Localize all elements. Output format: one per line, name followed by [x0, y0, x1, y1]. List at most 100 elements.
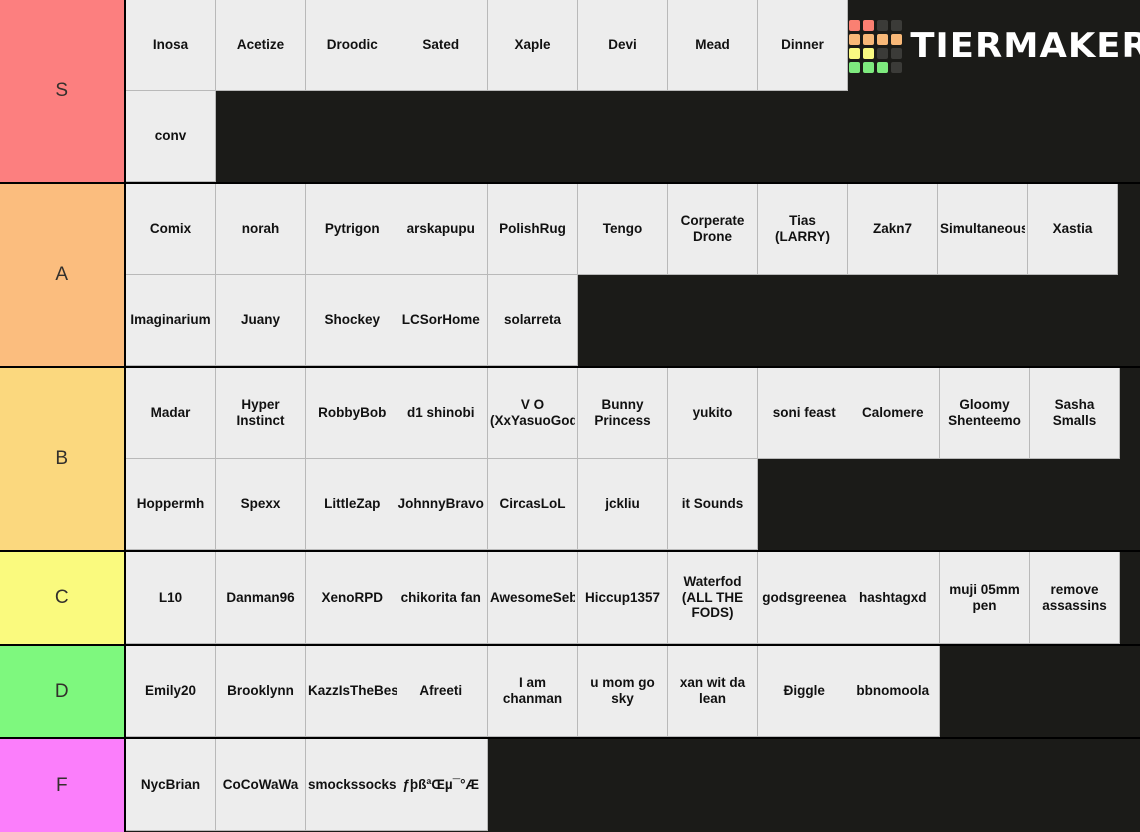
tier-item-cell[interactable]: Comix [126, 184, 216, 275]
tier-item-label[interactable]: Droodic [308, 37, 397, 53]
tier-item-label[interactable]: Sasha Smalls [1032, 397, 1117, 428]
tier-item-cell[interactable]: L10 [126, 552, 216, 644]
tier-item-cell[interactable]: LittleZap JohnnyBravo [306, 459, 488, 550]
tier-item-cell[interactable]: V O (XxYasuoGod [488, 368, 578, 459]
tier-item-label[interactable]: Comix [128, 221, 213, 237]
tier-item-cell[interactable]: PolishRug [488, 184, 578, 275]
tier-item-cell[interactable]: Zakn7 [848, 184, 938, 275]
tier-item-label[interactable]: XenoRPD [308, 590, 397, 606]
tier-item-cell[interactable]: Sasha Smalls [1030, 368, 1120, 459]
tier-item-cell[interactable]: muji 05mm pen [940, 552, 1030, 644]
tier-item-cell[interactable]: yukito [668, 368, 758, 459]
tier-item-label[interactable]: muji 05mm pen [942, 582, 1027, 613]
tier-label-s[interactable]: S [0, 0, 126, 182]
tier-item-label[interactable]: Brooklynn [218, 683, 303, 699]
tier-item-label[interactable]: PolishRug [490, 221, 575, 237]
tier-item-label[interactable]: Hyper Instinct [218, 397, 303, 428]
tier-item-label[interactable]: chikorita fan [397, 590, 486, 606]
tier-item-label[interactable]: Tengo [580, 221, 665, 237]
tier-item-label[interactable]: it Sounds [670, 496, 755, 512]
tier-item-label[interactable]: Mead [670, 37, 755, 53]
tier-item-cell[interactable]: Xastia [1028, 184, 1118, 275]
tier-item-cell[interactable]: remove assassins [1030, 552, 1120, 644]
tier-item-label[interactable]: Hoppermh [128, 496, 213, 512]
tier-item-cell[interactable]: it Sounds [668, 459, 758, 550]
tier-item-cell[interactable]: Simultaneous [938, 184, 1028, 275]
tier-items-s[interactable]: Inosa Acetize Droodic Sated Xaple Devi Mead Din… [126, 0, 1140, 182]
tier-item-label[interactable]: Juany [218, 312, 303, 328]
tier-item-label[interactable]: Gloomy Shenteemo [942, 397, 1027, 428]
tier-item-label[interactable]: norah [218, 221, 303, 237]
tier-item-label[interactable]: LCSorHome [397, 312, 486, 328]
tier-item-cell[interactable]: Xaple [488, 0, 578, 91]
tier-item-label[interactable]: xan wit da lean [670, 675, 755, 706]
tier-item-label[interactable]: Sated [397, 37, 486, 53]
tier-item-label[interactable]: ƒþßªŒµ¯°Æ [397, 777, 486, 793]
tier-item-label[interactable]: Emily20 [128, 683, 213, 699]
tier-label-a[interactable]: A [0, 184, 126, 366]
tier-item-cell[interactable]: CoCoWaWa [216, 739, 306, 831]
tier-item-label[interactable]: Inosa [128, 37, 213, 53]
tier-items-a[interactable]: Comix norah Pytrigon arskapupu PolishRug Teng… [126, 184, 1140, 366]
tier-item-cell[interactable]: norah [216, 184, 306, 275]
tier-item-cell[interactable]: Pytrigon arskapupu [306, 184, 488, 275]
tier-item-cell[interactable]: RobbyBob d1 shinobi [306, 368, 488, 459]
tier-item-cell[interactable]: Tias (LARRY) [758, 184, 848, 275]
tier-item-label[interactable]: Dinner [760, 37, 845, 53]
tier-item-cell[interactable]: Danman96 [216, 552, 306, 644]
tier-item-label[interactable]: V O (XxYasuoGod [490, 397, 575, 428]
tier-item-label[interactable]: CircasLoL [490, 496, 575, 512]
tier-label-d[interactable]: D [0, 646, 126, 737]
tier-item-label[interactable]: Zakn7 [850, 221, 935, 237]
tier-item-cell[interactable]: u mom go sky [578, 646, 668, 737]
tier-item-label[interactable]: arskapupu [397, 221, 486, 237]
tier-item-label[interactable]: Hiccup1357 [580, 590, 665, 606]
tier-item-label[interactable]: CoCoWaWa [218, 777, 303, 793]
tier-item-label[interactable]: Danman96 [218, 590, 303, 606]
tier-items-c[interactable]: L10 Danman96 XenoRPD chikorita fan AwesomeSe… [126, 552, 1140, 644]
tier-item-label[interactable]: AwesomeSeb [490, 590, 575, 606]
tier-item-label[interactable]: soni feast [760, 405, 849, 421]
tier-item-label[interactable]: Tias (LARRY) [760, 213, 845, 244]
tier-item-cell[interactable]: Mead [668, 0, 758, 91]
tier-items-d[interactable]: Emily20 Brooklynn KazzIsTheBest Afreeti I am… [126, 646, 1140, 737]
tier-items-b[interactable]: Madar Hyper Instinct RobbyBob d1 shinobi V O… [126, 368, 1140, 550]
tier-item-label[interactable]: LittleZap [308, 496, 397, 512]
tier-item-label[interactable]: yukito [670, 405, 755, 421]
tier-item-cell[interactable]: XenoRPD chikorita fan [306, 552, 488, 644]
tier-item-cell[interactable]: xan wit da lean [668, 646, 758, 737]
tier-item-label[interactable]: Madar [128, 405, 213, 421]
tier-item-cell[interactable]: Điggle bbnomoola [758, 646, 940, 737]
tier-item-label[interactable]: Spexx [218, 496, 303, 512]
tier-item-label[interactable]: bbnomoola [849, 683, 938, 699]
tier-item-cell[interactable]: soni feast Calomere [758, 368, 940, 459]
tier-item-cell[interactable]: Hoppermh [126, 459, 216, 550]
tier-item-label[interactable]: d1 shinobi [397, 405, 486, 421]
tier-item-label[interactable]: Imaginarium [128, 312, 213, 328]
tier-item-label[interactable]: Simultaneous [940, 221, 1025, 237]
tier-item-cell[interactable]: Gloomy Shenteemo [940, 368, 1030, 459]
tier-item-label[interactable]: NycBrian [128, 777, 213, 793]
tier-item-cell[interactable]: Emily20 [126, 646, 216, 737]
tier-item-label[interactable]: I am chanman [490, 675, 575, 706]
tier-item-cell[interactable]: I am chanman [488, 646, 578, 737]
tier-item-label[interactable]: smockssocks [308, 777, 397, 793]
tier-item-cell[interactable]: NycBrian [126, 739, 216, 831]
tier-item-cell[interactable]: KazzIsTheBest Afreeti [306, 646, 488, 737]
tier-label-f[interactable]: F [0, 739, 126, 832]
tier-item-cell[interactable]: Hiccup1357 [578, 552, 668, 644]
tier-item-cell[interactable]: smockssocks ƒþßªŒµ¯°Æ [306, 739, 488, 831]
tier-item-label[interactable]: solarreta [490, 312, 575, 328]
tier-item-label[interactable]: Waterfod (ALL THE FODS) [670, 574, 755, 621]
tier-item-label[interactable]: remove assassins [1032, 582, 1117, 613]
tier-items-f[interactable]: NycBrian CoCoWaWa smockssocks ƒþßªŒµ¯°Æ [126, 739, 1140, 832]
tier-item-cell[interactable]: Spexx [216, 459, 306, 550]
tier-item-cell[interactable]: Bunny Princess [578, 368, 668, 459]
tier-item-cell[interactable]: conv [126, 91, 216, 182]
tier-item-label[interactable]: jckliu [580, 496, 665, 512]
tier-item-cell[interactable]: AwesomeSeb [488, 552, 578, 644]
tier-item-label[interactable]: conv [128, 128, 213, 144]
tier-item-label[interactable]: RobbyBob [308, 405, 397, 421]
tier-item-label[interactable]: KazzIsTheBest [308, 683, 397, 699]
tier-item-label[interactable]: L10 [128, 590, 213, 606]
